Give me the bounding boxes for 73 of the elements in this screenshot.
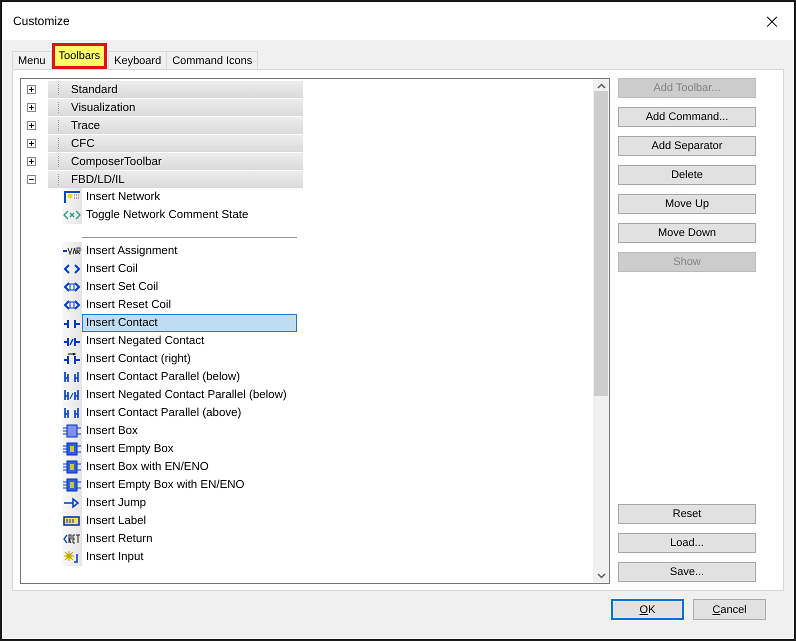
label-icon: [63, 516, 81, 526]
tab[interactable]: Keyboard: [108, 51, 168, 69]
toolbar-header[interactable]: Standard: [48, 81, 303, 98]
coil-icon: [63, 282, 81, 292]
parallel-contact-icon: [63, 389, 81, 401]
side-button[interactable]: Move Down: [618, 223, 756, 243]
expand-icon[interactable]: [27, 138, 36, 148]
tab[interactable]: Toolbars: [52, 43, 108, 69]
command-item[interactable]: Insert Label: [82, 512, 297, 530]
command-item[interactable]: Insert Negated Contact Parallel (below): [82, 386, 297, 404]
command-item[interactable]: Insert Assignment: [82, 242, 297, 260]
expand-icon[interactable]: [27, 84, 36, 94]
command-item[interactable]: Insert Contact Parallel (below): [82, 368, 297, 386]
function-block-icon: [63, 424, 81, 438]
expand-icon[interactable]: [27, 120, 36, 130]
command-item[interactable]: Insert Return: [82, 530, 297, 548]
command-item[interactable]: Insert Network: [82, 188, 297, 206]
command-item[interactable]: Insert Box: [82, 422, 297, 440]
toolbar-header[interactable]: Visualization: [48, 99, 303, 116]
command-item[interactable]: Insert Reset Coil: [82, 296, 297, 314]
side-button[interactable]: Add Separator: [618, 136, 756, 156]
function-block-icon: [63, 442, 81, 456]
tab[interactable]: Command Icons: [166, 51, 258, 69]
collapse-icon[interactable]: [27, 174, 36, 184]
scrollbar[interactable]: [593, 79, 609, 583]
command-item[interactable]: Insert Contact Parallel (above): [82, 404, 297, 422]
side-button[interactable]: Add Command...: [618, 107, 756, 127]
input-icon: [63, 550, 81, 564]
toolbar-header[interactable]: Trace: [48, 117, 303, 134]
return-icon: [63, 534, 81, 544]
scroll-down-icon[interactable]: [596, 573, 606, 579]
coil-icon: [63, 300, 81, 310]
tab[interactable]: Menu: [12, 51, 52, 69]
cancel-button[interactable]: Cancel: [693, 599, 766, 620]
command-item[interactable]: Insert Contact: [82, 314, 297, 332]
comment-icon: [63, 210, 81, 220]
ok-button[interactable]: OK: [611, 599, 684, 620]
contact-icon: [63, 317, 81, 329]
command-item[interactable]: Insert Set Coil: [82, 278, 297, 296]
command-item[interactable]: Toggle Network Comment State: [82, 206, 297, 224]
command-item[interactable]: Insert Coil: [82, 260, 297, 278]
coil-icon: [63, 264, 81, 274]
function-block-icon: [63, 478, 81, 492]
side-button[interactable]: Reset: [618, 504, 756, 524]
separator-item[interactable]: [82, 236, 297, 238]
side-button[interactable]: Delete: [618, 165, 756, 185]
contact-icon: [63, 353, 81, 365]
function-block-icon: [63, 460, 81, 474]
close-button[interactable]: ×: [750, 2, 794, 40]
toolbar-header[interactable]: CFC: [48, 135, 303, 152]
expand-icon[interactable]: [27, 156, 36, 166]
command-item[interactable]: Insert Jump: [82, 494, 297, 512]
command-item[interactable]: Insert Empty Box: [82, 440, 297, 458]
command-item[interactable]: Insert Box with EN/ENO: [82, 458, 297, 476]
window-title: Customize: [13, 14, 70, 28]
command-item[interactable]: Insert Input: [82, 548, 297, 566]
side-button[interactable]: Load...: [618, 533, 756, 553]
command-item[interactable]: Insert Empty Box with EN/ENO: [82, 476, 297, 494]
parallel-contact-icon: [63, 371, 81, 383]
contact-icon: [63, 335, 81, 347]
network-icon: [63, 190, 81, 204]
command-item[interactable]: Insert Contact (right): [82, 350, 297, 368]
assignment-icon: [63, 247, 81, 255]
expand-icon[interactable]: [27, 102, 36, 112]
side-button[interactable]: Move Up: [618, 194, 756, 214]
scroll-thumb[interactable]: [594, 91, 608, 396]
toolbar-header[interactable]: ComposerToolbar: [48, 153, 303, 170]
toolbar-header[interactable]: FBD/LD/IL: [48, 171, 303, 188]
side-button[interactable]: Save...: [618, 562, 756, 582]
scroll-up-icon[interactable]: [596, 83, 606, 89]
parallel-contact-icon: [63, 407, 81, 419]
jump-icon: [63, 497, 81, 509]
command-item[interactable]: Insert Negated Contact: [82, 332, 297, 350]
